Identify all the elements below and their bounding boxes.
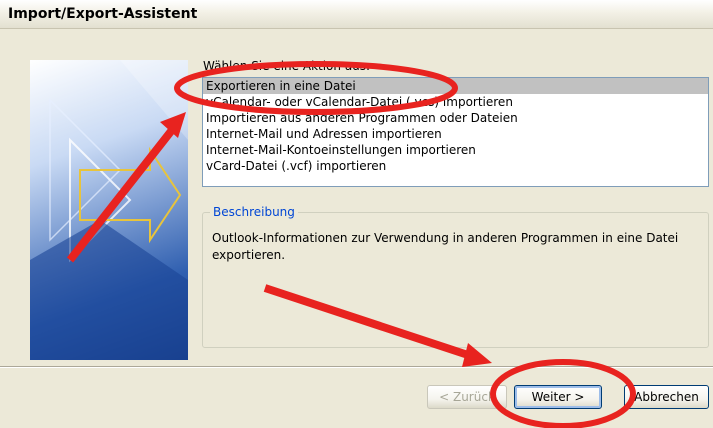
action-list-item[interactable]: Exportieren in eine Datei [203, 78, 708, 94]
wizard-graphic [30, 60, 188, 360]
action-list-item[interactable]: Internet-Mail-Kontoeinstellungen importi… [203, 142, 708, 158]
action-list-item[interactable]: vCalendar- oder vCalendar-Datei (.vcs) i… [203, 94, 708, 110]
action-list-item[interactable]: Importieren aus anderen Programmen oder … [203, 110, 708, 126]
action-listbox[interactable]: Exportieren in eine Datei vCalendar- oder… [202, 77, 709, 187]
next-button[interactable]: Weiter > [514, 385, 602, 409]
action-list-item[interactable]: Internet-Mail und Adressen importieren [203, 126, 708, 142]
action-list-item[interactable]: vCard-Datei (.vcf) importieren [203, 158, 708, 174]
cancel-button[interactable]: Abbrechen [624, 385, 709, 409]
action-prompt: Wählen Sie eine Aktion aus: [203, 59, 371, 73]
wizard-arrows-illustration [30, 60, 188, 360]
back-button[interactable]: < Zurück [427, 385, 507, 409]
window-title: Import/Export-Assistent [8, 6, 198, 22]
button-separator [0, 366, 713, 368]
description-text: Outlook-Informationen zur Verwendung in … [212, 231, 679, 262]
import-export-wizard-window: Import/Export-Assistent Wählen Sie eine … [0, 0, 713, 428]
description-label: Beschreibung [210, 205, 298, 219]
title-bar[interactable]: Import/Export-Assistent [0, 0, 713, 29]
